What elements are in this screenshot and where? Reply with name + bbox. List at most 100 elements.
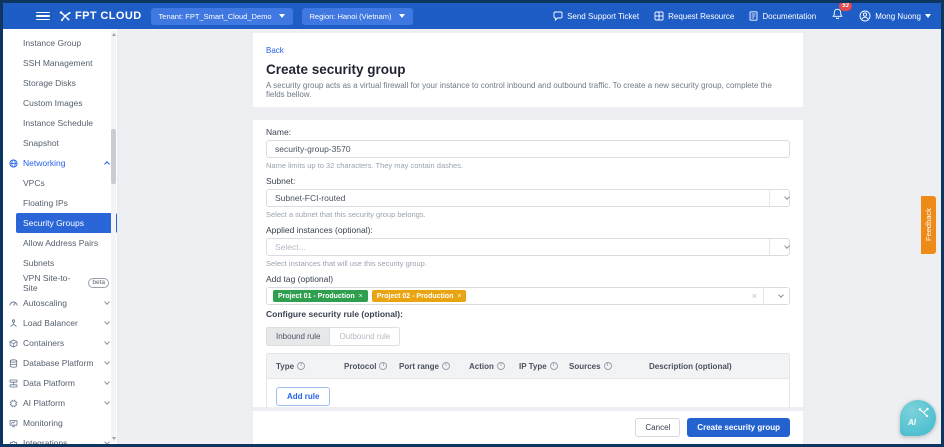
sidebar-item-instance-group[interactable]: Instance Group (3, 33, 117, 53)
name-helper: Name limits up to 32 characters. They ma… (266, 161, 790, 170)
rules-table-body: Add rule (267, 379, 789, 407)
configure-rule-label: Configure security rule (optional): (266, 309, 790, 319)
tag-select[interactable]: Project 01 - Production × Project 02 - P… (266, 287, 790, 305)
column-description: Description (optional) (649, 362, 789, 371)
sidebar-item-database-platform[interactable]: Database Platform (3, 353, 117, 373)
load-balancer-icon (9, 319, 23, 328)
request-resource-link[interactable]: Request Resource (654, 11, 734, 21)
add-rule-button[interactable]: Add rule (276, 387, 330, 406)
document-icon (749, 11, 758, 21)
rules-table-header: Typei Protocoli Port rangei Actioni IP T… (267, 354, 789, 379)
menu-icon[interactable] (36, 10, 50, 23)
info-icon[interactable]: i (550, 362, 558, 370)
page-description: A security group acts as a virtual firew… (266, 81, 790, 99)
fpt-cloud-logo: FPT CLOUD (59, 10, 142, 22)
region-selector[interactable]: Region: Hanoi (Vietnam) (302, 8, 413, 25)
sidebar-scrollbar[interactable] (111, 31, 116, 442)
name-input[interactable] (266, 140, 790, 158)
sidebar-scrollbar-thumb[interactable] (111, 129, 116, 184)
column-ip-type: IP Typei (519, 362, 569, 371)
ai-label: AI (908, 418, 916, 427)
column-protocol: Protocoli (344, 362, 399, 371)
resource-grid-icon (654, 11, 664, 21)
applied-instances-helper: Select instances that will use this secu… (266, 259, 790, 268)
fpt-logo-icon (59, 10, 71, 22)
ai-platform-icon (9, 399, 23, 408)
tenant-label: Tenant: FPT_Smart_Cloud_Demo (159, 12, 272, 21)
sidebar-item-custom-images[interactable]: Custom Images (3, 93, 117, 113)
body-row: Instance Group SSH Management Storage Di… (3, 29, 941, 444)
sidebar-item-vpn-site-to-site[interactable]: VPN Site-to-Site beta (3, 273, 117, 293)
info-icon[interactable]: i (604, 362, 612, 370)
subnet-label: Subnet: (266, 176, 790, 186)
chevron-up-icon (104, 161, 110, 167)
logo-text: FPT CLOUD (75, 10, 142, 22)
beta-badge: beta (88, 278, 109, 288)
name-label: Name: (266, 127, 790, 137)
ai-assistant-button[interactable]: AI (900, 400, 936, 436)
applied-instances-label: Applied instances (optional): (266, 225, 790, 235)
user-menu[interactable]: Mong Nuong (859, 10, 931, 22)
chevron-down-icon (104, 399, 110, 405)
remove-tag-icon[interactable]: × (359, 293, 363, 300)
page-title: Create security group (266, 62, 790, 77)
info-icon[interactable]: i (497, 362, 505, 370)
feedback-tab[interactable]: Feedback (921, 196, 936, 254)
sidebar-item-networking[interactable]: Networking (3, 153, 117, 173)
sidebar-item-data-platform[interactable]: Data Platform (3, 373, 117, 393)
form-footer: Cancel Create security group (253, 411, 803, 444)
sidebar-item-containers[interactable]: Containers (3, 333, 117, 353)
tab-outbound-rule[interactable]: Outbound rule (330, 328, 399, 345)
sidebar-item-monitoring[interactable]: Monitoring (3, 413, 117, 433)
sidebar-item-storage-disks[interactable]: Storage Disks (3, 73, 117, 93)
send-support-ticket-link[interactable]: Send Support Ticket (553, 11, 639, 21)
remove-tag-icon[interactable]: × (457, 293, 461, 300)
sidebar-item-load-balancer[interactable]: Load Balancer (3, 313, 117, 333)
sidebar-item-subnets[interactable]: Subnets (3, 253, 117, 273)
clear-tags-icon[interactable]: × (746, 291, 763, 301)
info-icon[interactable]: i (297, 362, 305, 370)
user-name: Mong Nuong (875, 12, 921, 21)
back-link[interactable]: Back (266, 46, 284, 55)
sidebar-item-vpcs[interactable]: VPCs (3, 173, 117, 193)
notification-bell[interactable]: 53 (832, 7, 843, 25)
subnet-helper: Select a subnet that this security group… (266, 210, 790, 219)
create-security-group-button[interactable]: Create security group (687, 418, 790, 437)
chevron-down-icon (104, 299, 110, 305)
tenant-selector[interactable]: Tenant: FPT_Smart_Cloud_Demo (151, 8, 293, 25)
create-security-group-form: Name: Name limits up to 32 characters. T… (253, 120, 803, 407)
tab-inbound-rule[interactable]: Inbound rule (267, 328, 330, 345)
chevron-down-icon (104, 379, 110, 385)
chevron-down-icon (778, 292, 784, 298)
scrollbar-up-icon[interactable] (112, 33, 116, 36)
column-type: Typei (276, 362, 344, 371)
sidebar-item-integrations[interactable]: Integrations (3, 433, 117, 447)
scrollbar-down-icon[interactable] (112, 437, 116, 440)
chevron-down-icon (104, 339, 110, 345)
documentation-link[interactable]: Documentation (749, 11, 816, 21)
add-tag-label: Add tag (optional) (266, 274, 790, 284)
sidebar-item-instance-schedule[interactable]: Instance Schedule (3, 113, 117, 133)
sidebar-item-ssh-management[interactable]: SSH Management (3, 53, 117, 73)
cancel-button[interactable]: Cancel (635, 418, 680, 437)
sidebar-item-ai-platform[interactable]: AI Platform (3, 393, 117, 413)
tag-chip: Project 02 - Production × (372, 290, 467, 302)
sidebar-item-floating-ips[interactable]: Floating IPs (3, 193, 117, 213)
select-chevron (769, 190, 789, 206)
chevron-down-icon (784, 243, 790, 249)
info-icon[interactable]: i (442, 362, 450, 370)
chevron-down-icon (784, 194, 790, 200)
info-icon[interactable]: i (379, 362, 387, 370)
sidebar-item-allow-address-pairs[interactable]: Allow Address Pairs (3, 233, 117, 253)
autoscaling-icon (9, 299, 23, 308)
page-header-card: Back Create security group A security gr… (253, 33, 803, 107)
app-window: FPT CLOUD Tenant: FPT_Smart_Cloud_Demo R… (0, 0, 944, 447)
subnet-select[interactable]: Subnet-FCI-routed (266, 189, 790, 207)
sidebar-item-autoscaling[interactable]: Autoscaling (3, 293, 117, 313)
sidebar-item-snapshot[interactable]: Snapshot (3, 133, 117, 153)
select-chevron (769, 239, 789, 255)
chevron-down-icon (104, 319, 110, 325)
sidebar-item-security-groups[interactable]: Security Groups (16, 213, 117, 233)
applied-instances-select[interactable]: Select... (266, 238, 790, 256)
select-chevron (763, 287, 783, 305)
